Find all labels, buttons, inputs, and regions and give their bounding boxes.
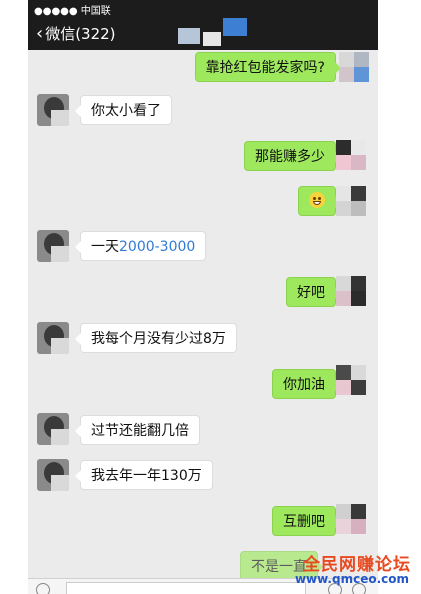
message-text: 靠抢红包能发家吗? [205,60,325,76]
message-number: 2000-3000 [119,239,196,255]
message-bubble-out[interactable]: 互删吧 [272,506,341,536]
message-bubble-in[interactable]: 我去年一年130万 [75,460,213,490]
watermark-url: www.qmceo.com [294,572,409,586]
message-text: 那能赚多少 [255,149,325,165]
back-label: 微信(322) [45,25,116,43]
message-text: 好吧 [297,285,325,301]
message-text: 我每个月没有少过8万 [91,331,226,347]
nav-bar: ‹ 微信(322) [28,18,378,50]
grinning-face-icon [309,192,325,208]
voice-icon[interactable] [36,583,50,594]
message-text: 你加油 [283,377,325,393]
message-bubble-in[interactable]: 你太小看了 [75,95,172,125]
my-avatar[interactable] [336,186,366,216]
message-bubble-in[interactable]: 我每个月没有少过8万 [75,323,237,353]
my-avatar[interactable] [336,504,366,534]
message-input[interactable] [66,582,306,594]
my-avatar[interactable] [336,276,366,306]
my-avatar[interactable] [336,140,366,170]
my-avatar[interactable] [339,52,369,82]
contact-avatar[interactable] [37,322,69,354]
my-avatar[interactable] [336,365,366,395]
message-text: 一天 [91,239,119,255]
contact-avatar[interactable] [37,94,69,126]
message-bubble-out[interactable]: 靠抢红包能发家吗? [194,52,342,82]
redacted-mosaic [223,18,247,36]
message-bubble-in[interactable]: 一天2000-3000 [74,231,207,261]
message-text: 互删吧 [283,514,325,530]
back-button[interactable]: ‹ 微信(322) [36,23,116,44]
contact-avatar[interactable] [37,230,69,262]
message-bubble-in[interactable]: 过节还能翻几倍 [75,415,200,445]
message-bubble-out[interactable]: 你加油 [272,369,341,399]
message-text: 你太小看了 [91,103,161,119]
message-bubble-out[interactable]: 好吧 [286,277,341,307]
message-text: 我去年一年130万 [91,468,202,484]
message-bubble-out[interactable] [298,186,341,216]
message-text: 过节还能翻几倍 [91,423,189,439]
message-bubble-out[interactable]: 那能赚多少 [244,141,341,171]
status-bar: ●●●●● 中国联 [28,0,378,18]
redacted-mosaic [178,28,200,44]
carrier-label: ●●●●● 中国联 [34,6,111,17]
site-watermark: 全民网赚论坛 www.qmceo.com [290,550,415,594]
contact-avatar[interactable] [37,413,69,445]
redacted-mosaic [203,32,221,46]
chat-screen: ●●●●● 中国联 ‹ 微信(322) 靠抢红包能发家吗? 你太小看了 那能赚多少 [28,0,378,594]
chevron-left-icon: ‹ [36,23,44,44]
contact-avatar[interactable] [37,459,69,491]
